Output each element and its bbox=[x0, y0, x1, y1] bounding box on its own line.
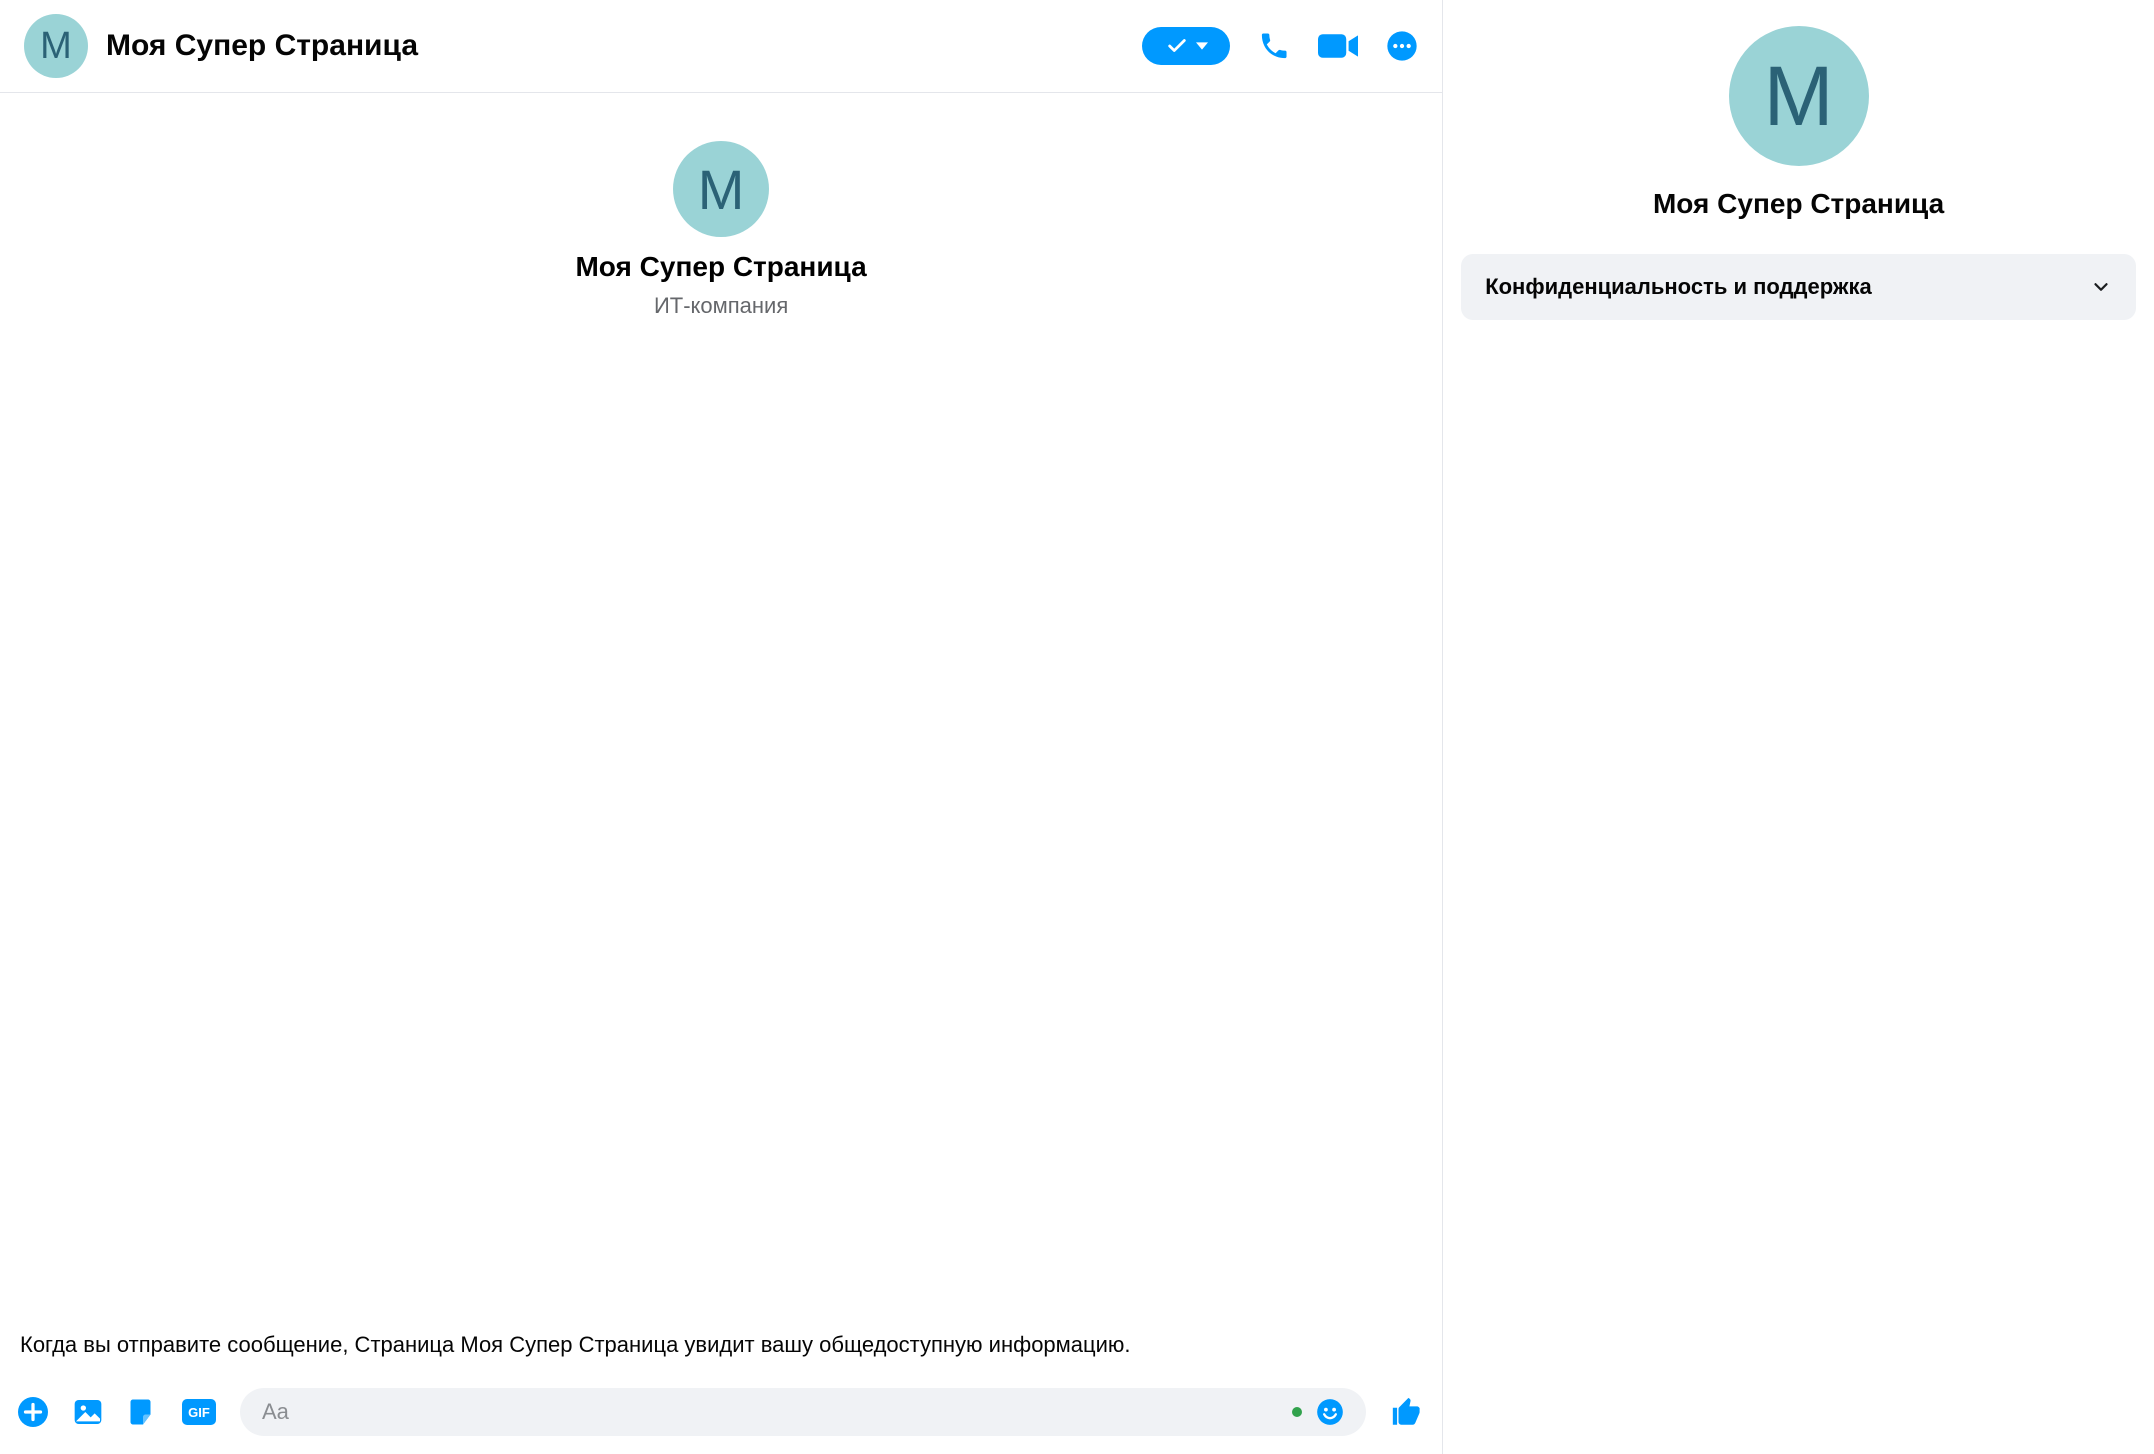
gif-button[interactable]: GIF bbox=[182, 1398, 216, 1426]
chat-title[interactable]: Моя Супер Страница bbox=[106, 29, 1124, 63]
info-column: М Моя Супер Страница Конфиденциальность … bbox=[1443, 0, 2154, 1454]
managed-messages-button[interactable] bbox=[1142, 27, 1230, 65]
sticker-button[interactable] bbox=[128, 1397, 158, 1427]
header-actions bbox=[1142, 27, 1418, 65]
intro-subtitle: ИТ-компания bbox=[654, 293, 788, 319]
chat-body: М Моя Супер Страница ИТ-компания Когда в… bbox=[0, 93, 1442, 1378]
privacy-support-accordion[interactable]: Конфиденциальность и поддержка bbox=[1461, 254, 2136, 320]
open-more-actions-button[interactable] bbox=[18, 1397, 48, 1427]
accordion-label: Конфиденциальность и поддержка bbox=[1485, 274, 1872, 300]
message-input[interactable] bbox=[262, 1399, 1278, 1425]
intro-avatar: М bbox=[673, 141, 769, 237]
thumbs-up-button[interactable] bbox=[1390, 1395, 1424, 1429]
svg-text:GIF: GIF bbox=[188, 1405, 210, 1420]
info-name: Моя Супер Страница bbox=[1653, 188, 1944, 220]
caret-down-icon bbox=[1196, 40, 1208, 52]
composer: GIF bbox=[0, 1378, 1442, 1454]
emoji-button[interactable] bbox=[1316, 1398, 1344, 1426]
attach-image-button[interactable] bbox=[72, 1396, 104, 1428]
avatar-initial: М bbox=[1764, 48, 1834, 145]
avatar-initial: М bbox=[698, 157, 745, 222]
composer-actions: GIF bbox=[18, 1396, 216, 1428]
privacy-notice: Когда вы отправите сообщение, Страница М… bbox=[0, 1322, 1442, 1378]
info-avatar[interactable]: М bbox=[1729, 26, 1869, 166]
chat-header: М Моя Супер Страница bbox=[0, 0, 1442, 93]
active-status-dot bbox=[1292, 1407, 1302, 1417]
chat-intro: М Моя Супер Страница ИТ-компания bbox=[0, 93, 1442, 319]
video-call-button[interactable] bbox=[1318, 31, 1358, 61]
conversation-info-button[interactable] bbox=[1386, 30, 1418, 62]
voice-call-button[interactable] bbox=[1258, 30, 1290, 62]
chevron-down-icon bbox=[2090, 276, 2112, 298]
message-input-wrap[interactable] bbox=[240, 1388, 1366, 1436]
intro-name: Моя Супер Страница bbox=[575, 251, 866, 283]
header-avatar[interactable]: М bbox=[24, 14, 88, 78]
avatar-initial: М bbox=[40, 25, 72, 68]
check-icon bbox=[1164, 35, 1190, 57]
chat-column: М Моя Супер Страница bbox=[0, 0, 1443, 1454]
